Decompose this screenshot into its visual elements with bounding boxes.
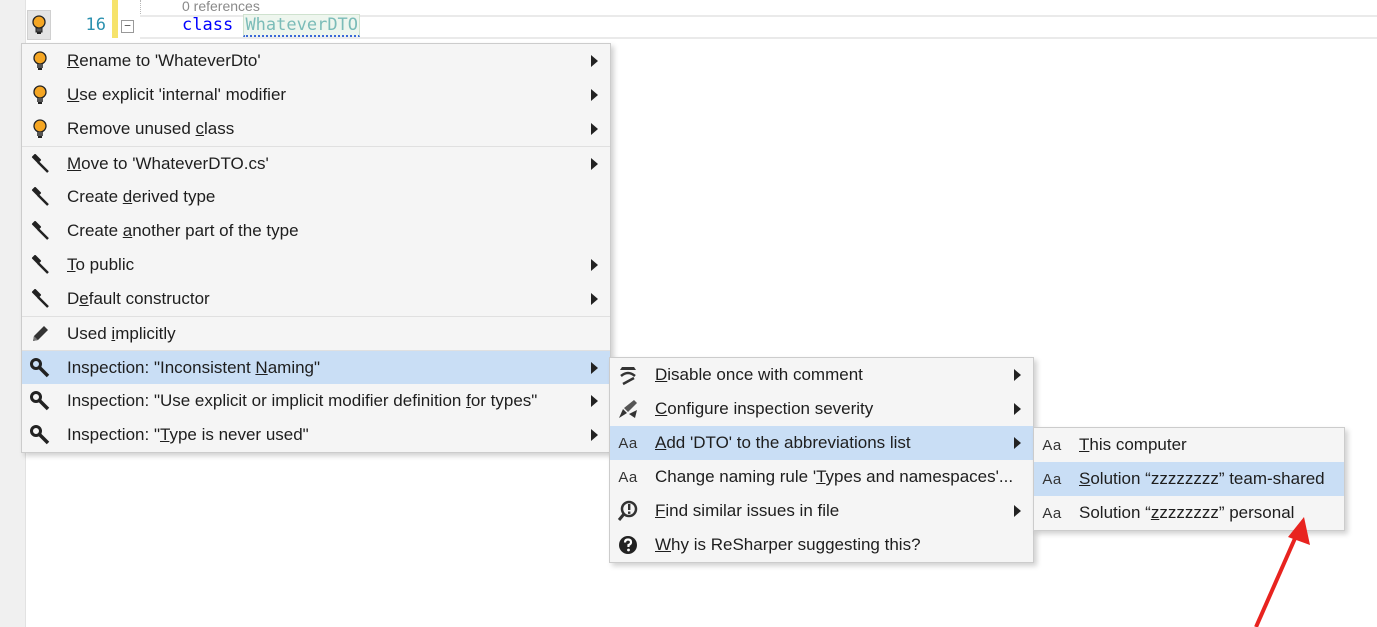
menu-item-move-to-file[interactable]: Move to 'WhateverDTO.cs' (22, 146, 610, 180)
menu-item-label: Inspection: "Type is never used" (67, 425, 309, 444)
hammer-icon (28, 214, 52, 248)
menu-item-solution-team-shared[interactable]: Aa Solution “zzzzzzzz” team-shared (1034, 462, 1344, 496)
severity-brush-icon (616, 392, 640, 426)
menu-item-inspection-type-never-used[interactable]: Inspection: "Type is never used" (22, 418, 610, 452)
submenu-arrow-icon (591, 158, 598, 170)
change-marker (112, 0, 118, 38)
menu-item-to-public[interactable]: To public (22, 248, 610, 282)
disable-comment-icon (616, 358, 640, 392)
menu-item-disable-once-with-comment[interactable]: Disable once with comment (610, 358, 1033, 392)
menu-item-label: Solution “zzzzzzzz” team-shared (1079, 469, 1325, 488)
menu-item-label: This computer (1079, 435, 1187, 454)
find-issues-icon (616, 494, 640, 528)
menu-item-label: Remove unused class (67, 119, 235, 138)
submenu-arrow-icon (1014, 369, 1021, 381)
line-number: 16 (85, 15, 106, 35)
submenu-arrow-icon (591, 89, 598, 101)
menu-item-this-computer[interactable]: Aa This computer (1034, 428, 1344, 462)
menu-item-label: Move to 'WhateverDTO.cs' (67, 153, 269, 173)
aa-icon: Aa (1042, 470, 1062, 488)
menu-item-explicit-internal[interactable]: Use explicit 'internal' modifier (22, 78, 610, 112)
hammer-icon (28, 147, 52, 181)
inspection-submenu: Disable once with comment Configure insp… (609, 357, 1034, 563)
submenu-arrow-icon (591, 123, 598, 135)
wrench-icon (28, 418, 52, 452)
menu-item-rename[interactable]: Rename to 'WhateverDto' (22, 44, 610, 78)
aa-icon: Aa (1042, 436, 1062, 454)
submenu-arrow-icon (591, 395, 598, 407)
submenu-arrow-icon (1014, 403, 1021, 415)
menu-item-label: Use explicit 'internal' modifier (67, 85, 287, 104)
menu-item-default-constructor[interactable]: Default constructor (22, 282, 610, 316)
keyword-class: class (182, 15, 234, 35)
bulb-icon (28, 44, 52, 78)
hammer-icon (28, 248, 52, 282)
submenu-arrow-icon (591, 362, 598, 374)
submenu-arrow-icon (591, 429, 598, 441)
references-hint[interactable]: 0 references (182, 0, 260, 14)
menu-item-label: Create derived type (67, 187, 216, 206)
menu-item-configure-severity[interactable]: Configure inspection severity (610, 392, 1033, 426)
menu-item-label: Change naming rule 'Types and namespaces… (655, 467, 1014, 486)
menu-item-label: Add 'DTO' to the abbreviations list (655, 433, 911, 452)
class-identifier[interactable]: WhateverDTO (243, 14, 361, 37)
code-line[interactable]: class WhateverDTO (182, 14, 361, 37)
submenu-arrow-icon (591, 259, 598, 271)
quick-actions-menu: Rename to 'WhateverDto' Use explicit 'in… (21, 43, 611, 453)
menu-item-label: Why is ReSharper suggesting this? (655, 535, 921, 554)
menu-item-create-another-part[interactable]: Create another part of the type (22, 214, 610, 248)
collapse-toggle[interactable]: − (121, 20, 134, 33)
bulb-icon (28, 78, 52, 112)
bulb-icon (28, 112, 52, 146)
aa-icon: Aa (618, 434, 638, 452)
menu-item-label: Inspection: "Inconsistent Naming" (67, 357, 321, 377)
menu-item-label: To public (67, 255, 135, 274)
menu-item-label: Default constructor (67, 289, 210, 308)
action-bulb-button[interactable] (27, 10, 51, 40)
menu-item-label: Disable once with comment (655, 365, 863, 384)
menu-item-add-dto-abbreviation[interactable]: Aa Add 'DTO' to the abbreviations list (610, 426, 1033, 460)
menu-item-change-naming-rule[interactable]: Aa Change naming rule 'Types and namespa… (610, 460, 1033, 494)
submenu-arrow-icon (591, 293, 598, 305)
menu-item-used-implicitly[interactable]: Used implicitly (22, 316, 610, 350)
bulb-icon (32, 15, 46, 34)
submenu-arrow-icon (591, 55, 598, 67)
submenu-arrow-icon (1014, 505, 1021, 517)
pencil-icon (28, 317, 52, 351)
menu-item-label: Used implicitly (67, 323, 176, 343)
hammer-icon (28, 180, 52, 214)
indent-guide (140, 0, 141, 16)
menu-item-why-resharper[interactable]: Why is ReSharper suggesting this? (610, 528, 1033, 562)
menu-item-inspection-inconsistent-naming[interactable]: Inspection: "Inconsistent Naming" (22, 350, 610, 384)
aa-icon: Aa (1042, 504, 1062, 522)
hammer-icon (28, 282, 52, 316)
menu-item-label: Create another part of the type (67, 221, 299, 240)
menu-item-create-derived-type[interactable]: Create derived type (22, 180, 610, 214)
menu-item-label: Inspection: "Use explicit or implicit mo… (67, 391, 538, 410)
menu-item-inspection-explicit-modifier[interactable]: Inspection: "Use explicit or implicit mo… (22, 384, 610, 418)
submenu-arrow-icon (1014, 437, 1021, 449)
wrench-icon (28, 384, 52, 418)
aa-icon: Aa (618, 468, 638, 486)
menu-item-label: Configure inspection severity (655, 399, 874, 418)
annotation-arrow-icon (1254, 517, 1310, 627)
menu-item-find-similar-issues[interactable]: Find similar issues in file (610, 494, 1033, 528)
wrench-icon (28, 351, 52, 385)
menu-item-remove-unused-class[interactable]: Remove unused class (22, 112, 610, 146)
menu-item-label: Rename to 'WhateverDto' (67, 51, 261, 70)
menu-item-label: Find similar issues in file (655, 501, 840, 520)
help-icon (616, 528, 640, 562)
